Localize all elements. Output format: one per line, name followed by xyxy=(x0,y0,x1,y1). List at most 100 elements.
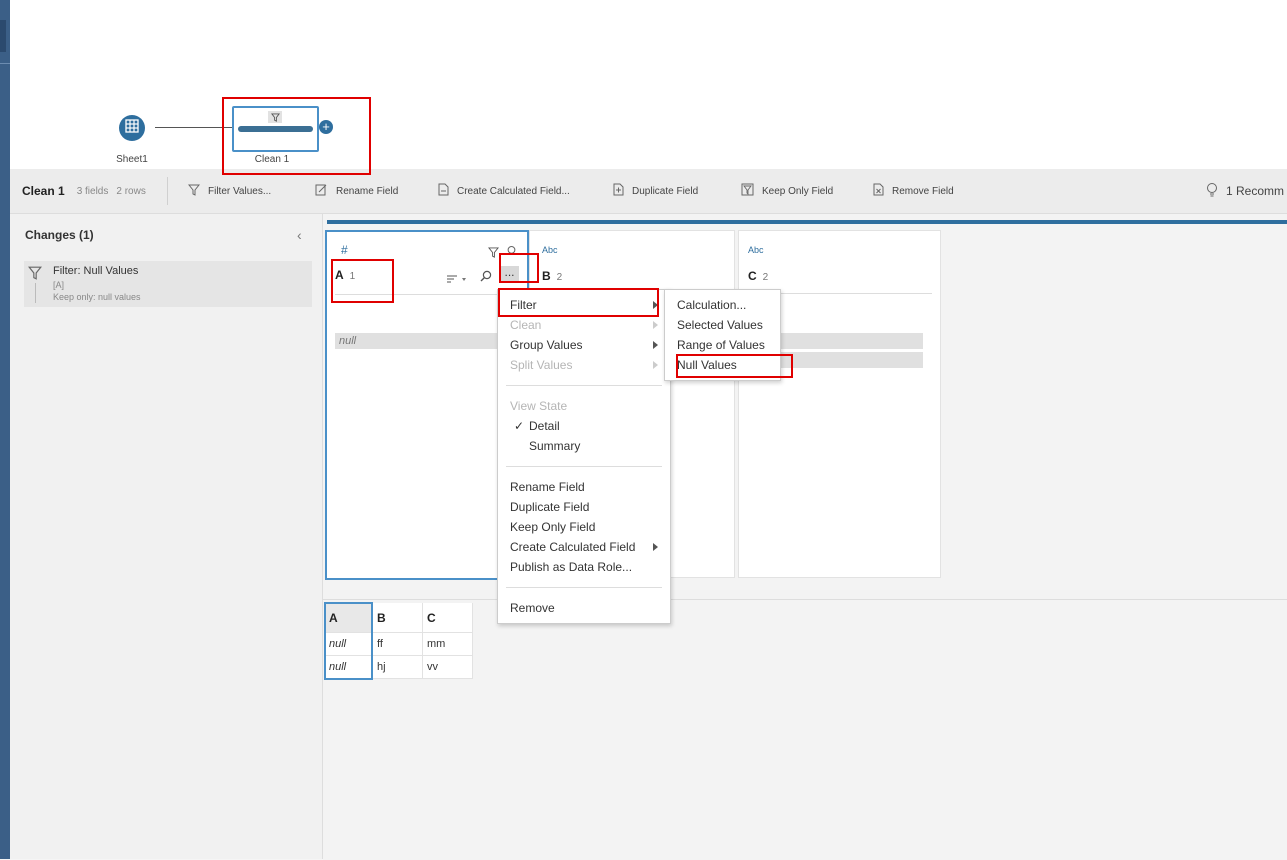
profile-top-bar xyxy=(327,220,1287,224)
rail-divider xyxy=(0,63,10,64)
menu-item-group-values[interactable]: Group Values xyxy=(510,335,583,355)
change-item-detail: Keep only: null values xyxy=(53,292,141,302)
duplicate-field-label: Duplicate Field xyxy=(632,185,699,197)
flow-pane: Sheet1 + Clean 1 xyxy=(10,0,1287,169)
submenu-item-selected-values[interactable]: Selected Values xyxy=(677,315,763,335)
check-icon: ✓ xyxy=(514,419,525,433)
input-node-label: Sheet1 xyxy=(116,154,148,165)
submenu-arrow-icon xyxy=(653,341,658,349)
table-cell[interactable]: mm xyxy=(423,633,473,656)
menu-separator xyxy=(506,385,662,386)
menu-item-detail[interactable]: Detail xyxy=(529,416,560,436)
create-calculated-field-label: Create Calculated Field... xyxy=(457,185,570,197)
menu-item-remove[interactable]: Remove xyxy=(510,598,555,618)
clean-node-label: Clean 1 xyxy=(254,154,290,165)
filter-icon xyxy=(268,111,282,123)
rename-field-button[interactable]: Rename Field xyxy=(315,169,398,213)
menu-item-rename-field[interactable]: Rename Field xyxy=(510,477,585,497)
submenu-arrow-icon xyxy=(653,321,658,329)
field-card-c[interactable]: Abc C2 xyxy=(738,230,941,578)
field-context-menu: Filter Clean Group Values Split Values V… xyxy=(497,289,671,624)
table-cell[interactable]: vv xyxy=(423,656,473,679)
row-count: 2 rows xyxy=(116,185,146,197)
rail-marker xyxy=(0,20,6,52)
clean-node[interactable] xyxy=(232,106,319,152)
sort-icon[interactable] xyxy=(446,271,468,289)
remove-field-label: Remove Field xyxy=(892,185,954,197)
string-type-icon: Abc xyxy=(542,245,558,255)
menu-item-split-values: Split Values xyxy=(510,358,573,372)
string-type-icon: Abc xyxy=(748,245,764,255)
menu-item-publish-data-role[interactable]: Publish as Data Role... xyxy=(510,557,632,577)
menu-item-filter[interactable]: Filter xyxy=(510,295,537,315)
menu-item-clean: Clean xyxy=(510,318,542,332)
search-icon[interactable] xyxy=(480,269,492,287)
rename-field-label: Rename Field xyxy=(336,185,399,197)
column-header-a[interactable]: A xyxy=(325,603,372,633)
profile-pane: # A1 ... null Abc B2 Abc C2 xyxy=(323,214,1287,599)
recommendations-button[interactable]: 1 Recomm xyxy=(1206,169,1284,213)
duplicate-icon xyxy=(612,183,624,199)
change-item-field: [A] xyxy=(53,280,65,290)
column-header-c[interactable]: C xyxy=(423,603,473,633)
filter-values-label: Filter Values... xyxy=(208,185,272,197)
filter-submenu: Calculation... Selected Values Range of … xyxy=(664,289,781,381)
flow-connector xyxy=(155,127,235,128)
menu-item-keep-only-field[interactable]: Keep Only Field xyxy=(510,517,595,537)
remove-field-button[interactable]: Remove Field xyxy=(872,169,954,213)
menu-separator xyxy=(506,466,662,467)
rename-icon xyxy=(315,183,328,199)
calc-icon xyxy=(437,183,449,199)
submenu-arrow-icon xyxy=(653,361,658,369)
duplicate-field-button[interactable]: Duplicate Field xyxy=(612,169,698,213)
field-count-c: 2 xyxy=(762,272,769,283)
step-name: Clean 1 xyxy=(22,184,65,198)
more-options-button[interactable]: ... xyxy=(500,266,519,283)
data-grid: A B C null ff mm null hj vv xyxy=(323,599,1287,860)
field-name-c: C xyxy=(748,269,757,283)
null-value-bar[interactable]: null xyxy=(335,333,513,349)
submenu-item-calculation[interactable]: Calculation... xyxy=(677,295,746,315)
keep-only-field-button[interactable]: Keep Only Field xyxy=(741,169,833,213)
plus-circle-icon[interactable]: + xyxy=(319,120,333,134)
collapse-chevron-icon[interactable]: ‹ xyxy=(297,227,302,243)
field-name-b: B xyxy=(542,269,551,283)
table-cell[interactable]: hj xyxy=(373,656,423,679)
menu-separator xyxy=(506,587,662,588)
submenu-arrow-icon xyxy=(653,301,658,309)
recommendations-label: 1 Recomm xyxy=(1226,184,1285,198)
filter-icon xyxy=(187,184,201,199)
step-toolbar: Clean 1 3 fields 2 rows Filter Values...… xyxy=(10,169,1287,214)
changes-title: Changes (1) xyxy=(25,228,94,242)
menu-heading-view-state: View State xyxy=(510,399,568,413)
change-item-title: Filter: Null Values xyxy=(53,265,139,277)
input-node[interactable] xyxy=(119,115,145,141)
keep-only-field-label: Keep Only Field xyxy=(762,185,834,197)
remove-icon xyxy=(872,183,884,199)
menu-item-create-calculated-field[interactable]: Create Calculated Field xyxy=(510,537,635,557)
filter-icon xyxy=(487,245,500,263)
field-count: 3 fields xyxy=(76,185,109,197)
table-cell[interactable]: null xyxy=(325,633,372,656)
field-count-a: 1 xyxy=(349,271,356,282)
number-type-icon: # xyxy=(341,243,348,257)
field-name-a: A xyxy=(335,268,344,282)
menu-item-duplicate-field[interactable]: Duplicate Field xyxy=(510,497,589,517)
submenu-item-range-of-values[interactable]: Range of Values xyxy=(677,335,765,355)
toolbar-divider xyxy=(167,177,168,205)
change-item[interactable]: Filter: Null Values [A] Keep only: null … xyxy=(24,261,312,307)
column-header-b[interactable]: B xyxy=(373,603,423,633)
lightbulb-icon xyxy=(1206,182,1218,200)
filter-values-button[interactable]: Filter Values... xyxy=(187,169,272,213)
changes-pane: Changes (1) ‹ Filter: Null Values [A] Ke… xyxy=(10,214,323,859)
menu-item-summary[interactable]: Summary xyxy=(529,436,580,456)
submenu-arrow-icon xyxy=(653,543,658,551)
lightbulb-icon[interactable] xyxy=(507,244,516,262)
table-cell[interactable]: null xyxy=(325,656,372,679)
submenu-item-null-values[interactable]: Null Values xyxy=(677,355,737,375)
create-calculated-field-button[interactable]: Create Calculated Field... xyxy=(437,169,570,213)
clean-node-bar xyxy=(238,126,313,132)
table-cell[interactable]: ff xyxy=(373,633,423,656)
keep-only-icon xyxy=(741,183,754,199)
field-count-b: 2 xyxy=(556,272,563,283)
